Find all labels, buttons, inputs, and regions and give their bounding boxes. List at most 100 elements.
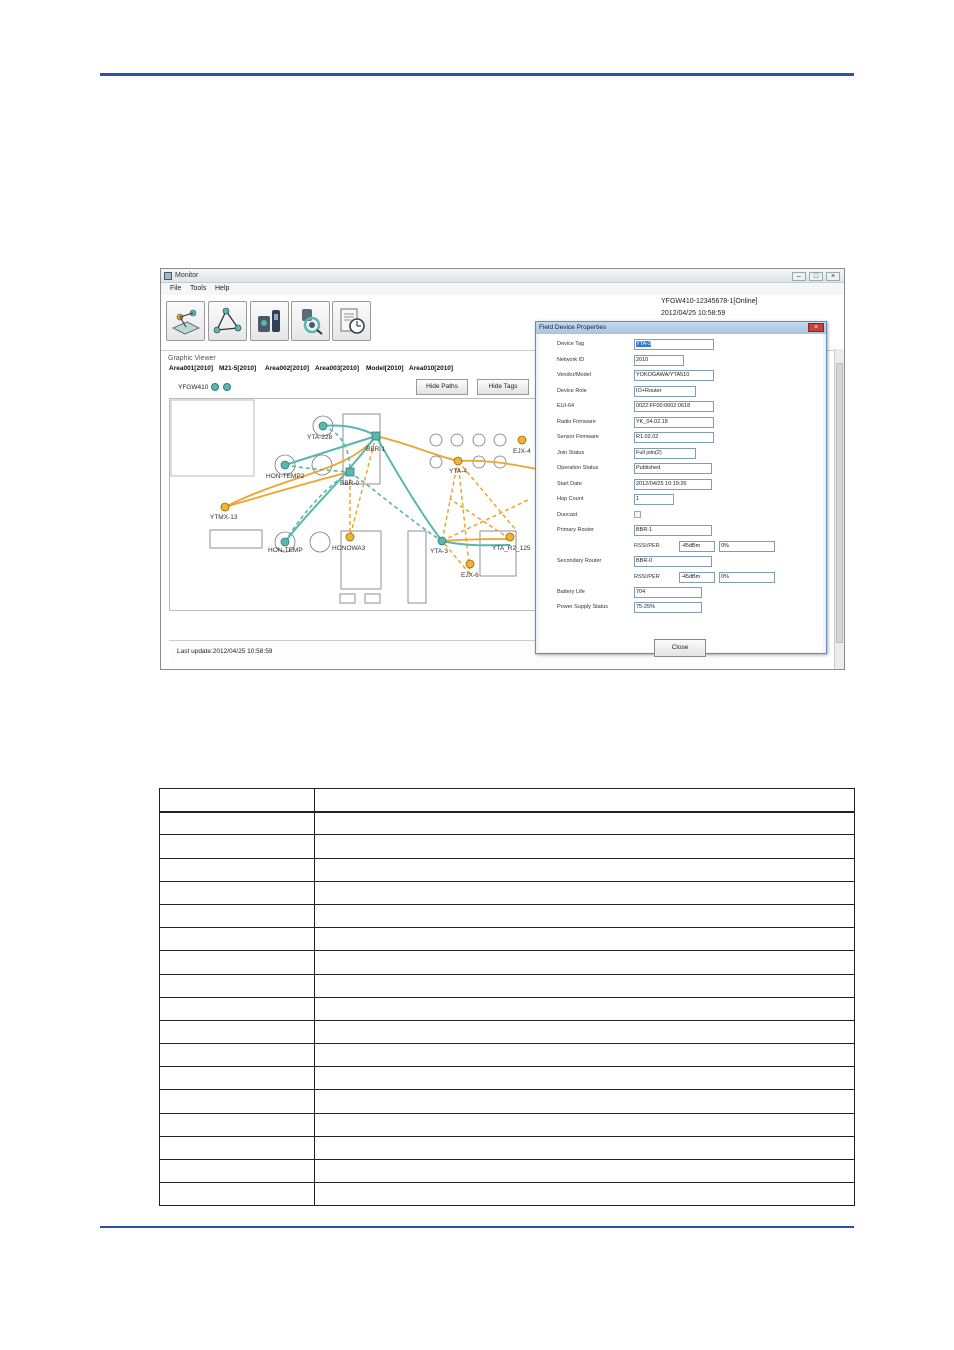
gateway-tag: YFGW410 [178, 384, 209, 391]
table-row [159, 880, 855, 905]
tag-hon-temp: HON-TEMP [268, 547, 303, 554]
tag-bbr-1: BBR-1 [366, 446, 386, 453]
start-date-label: Start Date [557, 481, 582, 487]
properties-table [159, 787, 855, 1207]
tag-yta-228: YTA-228 [307, 434, 333, 441]
menu-bar: File Tools Help [161, 283, 844, 295]
tab-m21-5[interactable]: M21-5[2010] [219, 365, 256, 372]
device-search-icon [302, 309, 323, 335]
table-row [159, 996, 855, 1021]
vendor-model-field[interactable]: YOKOGAWA/YTA510 [634, 370, 714, 381]
scrollbar-thumb[interactable] [836, 363, 843, 643]
dialog-close-button[interactable]: Close [654, 639, 706, 657]
monitor-window: Monitor – □ × File Tools Help YFGW410-12… [160, 268, 845, 670]
tag-yta-r2-125: YTA_R2_125 [492, 545, 531, 552]
tab-area001[interactable]: Area001[2010] [169, 365, 213, 372]
secondary-rssi-field[interactable]: -45dBm [679, 572, 715, 583]
tab-area003[interactable]: Area003[2010] [315, 365, 359, 372]
tab-area010[interactable]: Area010[2010] [409, 365, 453, 372]
dialog-title-bar: Field Device Properties × [536, 322, 826, 334]
dialog-close-icon[interactable]: × [808, 323, 824, 332]
page-footer-rule [100, 1226, 854, 1228]
tag-yta-4: YTA-4 [449, 468, 467, 475]
last-update-text: Last update:2012/04/25 10:58:59 [177, 648, 273, 655]
gateway-status: YFGW410-12345678-1[Online] [661, 298, 758, 305]
dialog-title: Field Device Properties [539, 324, 607, 331]
table-header-row [159, 787, 855, 813]
tag-ejx-6: EJX-6 [461, 572, 479, 579]
menu-file[interactable]: File [170, 285, 181, 292]
tab-model[interactable]: Model[2010] [366, 365, 404, 372]
field-device-properties-dialog: Field Device Properties × Device Tag YTA… [535, 321, 827, 657]
primary-rssi-label: RSSI/PER [634, 543, 660, 549]
power-supply-status-field[interactable]: 75-25% [634, 602, 702, 613]
report-clock-icon [340, 308, 365, 334]
topology-icon [213, 307, 242, 334]
table-row [159, 1066, 855, 1091]
primary-rssi-field[interactable]: -45dBm [679, 541, 715, 552]
menu-help[interactable]: Help [215, 285, 229, 292]
gateway-time: 2012/04/25 10:58:59 [661, 310, 726, 317]
table-row [159, 950, 855, 975]
floor-room [209, 529, 263, 549]
secondary-per-field[interactable]: 0% [719, 572, 775, 583]
graphic-viewer-label: Graphic Viewer [168, 355, 216, 362]
hop-count-label: Hop Count [557, 496, 584, 502]
table-row [159, 857, 855, 882]
table-row [159, 1019, 855, 1045]
radio-firmware-field[interactable]: YK_04.02.18 [634, 417, 714, 428]
primary-router-label: Primary Router [557, 527, 594, 533]
table-row [159, 927, 855, 952]
join-status-field[interactable]: Full join(2) [634, 448, 696, 459]
eui64-label: EUI-64 [557, 403, 575, 409]
floor-room [170, 399, 255, 477]
network-map-icon [172, 309, 200, 335]
dialog-body: Device Tag YTA-3 Network ID 2010 Vendor/… [539, 334, 823, 657]
device-search-button[interactable] [291, 301, 330, 341]
battery-life-label: Battery Life [557, 589, 585, 595]
device-list-button[interactable] [250, 301, 289, 341]
gateway-indicator-2 [223, 383, 231, 391]
secondary-rssi-label: RSSI/PER [634, 574, 660, 580]
eui64-field[interactable]: 0022:FF00:0002:0618 [634, 401, 714, 412]
topology-button[interactable] [208, 301, 247, 341]
vendor-model-label: Vendor/Model [557, 372, 591, 378]
floor-room [407, 530, 427, 604]
network-view-button[interactable] [166, 301, 205, 341]
primary-router-field[interactable]: BBR-1 [634, 525, 712, 536]
close-window-button[interactable]: × [826, 272, 840, 281]
table-row [159, 903, 855, 929]
device-tag-label: Device Tag [557, 341, 585, 347]
duocast-label: Duocast [557, 512, 578, 518]
floor-room [364, 593, 381, 604]
vertical-scrollbar[interactable] [834, 349, 844, 669]
gateway-indicator-1 [211, 383, 219, 391]
menu-tools[interactable]: Tools [190, 285, 206, 292]
hide-tags-button[interactable]: Hide Tags [477, 379, 529, 395]
device-role-field[interactable]: IO+Router [634, 386, 696, 397]
operation-status-field[interactable]: Published [634, 463, 712, 474]
network-id-field[interactable]: 2010 [634, 355, 684, 366]
maximize-button[interactable]: □ [809, 272, 823, 281]
page-header-rule [100, 73, 854, 76]
history-report-button[interactable] [332, 301, 371, 341]
tab-area002[interactable]: Area002[2010] [265, 365, 309, 372]
hop-count-field[interactable]: 1 [634, 494, 674, 505]
sensor-firmware-field[interactable]: R1.02.02 [634, 432, 714, 443]
device-tag-field[interactable]: YTA-3 [634, 339, 714, 350]
radio-firmware-label: Radio Firmware [557, 419, 596, 425]
primary-per-field[interactable]: 0% [719, 541, 775, 552]
window-title: Monitor [175, 272, 199, 279]
table-row [159, 1182, 855, 1207]
table-row [159, 973, 855, 998]
hide-paths-button[interactable]: Hide Paths [416, 379, 468, 395]
duocast-checkbox[interactable] [634, 511, 641, 518]
join-status-label: Join Status [557, 450, 585, 456]
battery-life-field[interactable]: 704 [634, 587, 702, 598]
start-date-field[interactable]: 2012/04/25 10:19:26 [634, 479, 712, 490]
network-id-label: Network ID [557, 357, 585, 363]
operation-status-label: Operation Status [557, 465, 599, 471]
minimize-button[interactable]: – [792, 272, 806, 281]
tag-honowa3: HONOWA3 [332, 545, 366, 552]
secondary-router-field[interactable]: BBR-0 [634, 556, 712, 567]
